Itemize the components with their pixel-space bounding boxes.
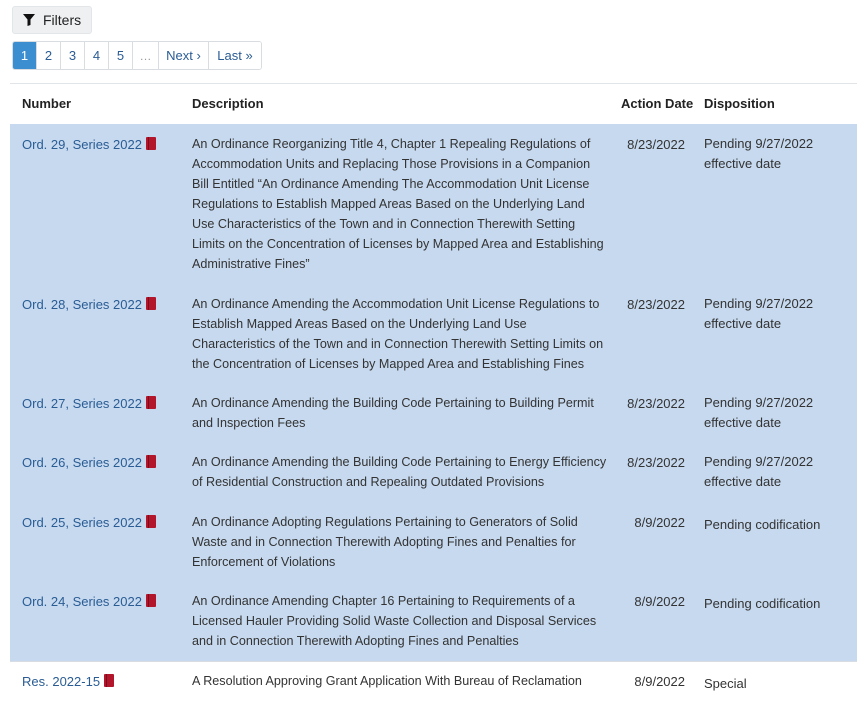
row-disposition: Pending codification [704,517,821,532]
ordinance-number-link[interactable]: Ord. 24, Series 2022 [22,594,156,609]
ordinance-number-link[interactable]: Ord. 29, Series 2022 [22,137,156,152]
column-header-disposition[interactable]: Disposition [704,96,775,111]
document-icon[interactable] [145,137,156,150]
table-row[interactable]: Ord. 26, Series 2022 An Ordinance Amendi… [10,442,857,503]
row-action-date: 8/23/2022 [627,297,685,312]
table-row[interactable]: Ord. 29, Series 2022 An Ordinance Reorga… [10,124,857,285]
filters-label: Filters [43,12,82,28]
row-description: An Ordinance Amending the Building Code … [192,455,607,489]
table-row[interactable]: Ord. 25, Series 2022 An Ordinance Adopti… [10,502,857,582]
page-3[interactable]: 3 [61,42,85,69]
page-4[interactable]: 4 [85,42,109,69]
ordinance-number-link[interactable]: Ord. 26, Series 2022 [22,455,156,470]
row-disposition: Pending 9/27/2022 effective date [704,395,814,430]
row-description: An Ordinance Reorganizing Title 4, Chapt… [192,137,604,271]
row-description: A Resolution Approving Grant Application… [192,674,582,688]
row-description: An Ordinance Adopting Regulations Pertai… [192,515,578,569]
row-disposition: Pending 9/27/2022 effective date [704,136,814,171]
table-header: Number Description Action Date Dispositi… [10,83,857,125]
row-action-date: 8/9/2022 [634,594,685,609]
table-row[interactable]: Ord. 27, Series 2022 An Ordinance Amendi… [10,383,857,443]
document-icon[interactable] [145,297,156,310]
document-icon[interactable] [145,594,156,607]
table-row[interactable]: Res. 2022-15 A Resolution Approving Gran… [10,661,857,701]
row-action-date: 8/23/2022 [627,137,685,152]
row-disposition: Pending 9/27/2022 effective date [704,454,814,489]
document-icon[interactable] [145,515,156,528]
filter-icon [23,14,35,26]
pagination: 1 2 3 4 5 … Next › Last » [12,41,262,70]
ordinance-number-link[interactable]: Ord. 28, Series 2022 [22,297,156,312]
row-action-date: 8/23/2022 [627,455,685,470]
page-ellipsis: … [133,42,159,69]
next-page-link[interactable]: Next › [159,42,209,69]
row-description: An Ordinance Amending Chapter 16 Pertain… [192,594,597,648]
column-header-number[interactable]: Number [22,96,71,111]
page-5[interactable]: 5 [109,42,133,69]
page-1[interactable]: 1 [13,42,37,69]
row-disposition: Pending codification [704,596,821,611]
column-header-action-date[interactable]: Action Date [621,96,693,111]
ordinance-number-link[interactable]: Ord. 25, Series 2022 [22,515,156,530]
page-2[interactable]: 2 [37,42,61,69]
document-icon[interactable] [145,396,156,409]
row-description: An Ordinance Amending the Accommodation … [192,297,604,371]
ordinance-number-link[interactable]: Ord. 27, Series 2022 [22,396,156,411]
row-action-date: 8/9/2022 [634,515,685,530]
row-disposition: Pending 9/27/2022 effective date [704,296,814,331]
table-row[interactable]: Ord. 28, Series 2022 An Ordinance Amendi… [10,284,857,384]
row-action-date: 8/23/2022 [627,396,685,411]
last-page-link[interactable]: Last » [209,42,261,69]
document-icon[interactable] [104,674,115,687]
row-disposition: Special [704,676,747,691]
filters-button[interactable]: Filters [12,6,93,34]
column-header-description[interactable]: Description [192,96,264,111]
document-icon[interactable] [145,455,156,468]
table-row[interactable]: Ord. 24, Series 2022 An Ordinance Amendi… [10,581,857,662]
row-description: An Ordinance Amending the Building Code … [192,396,594,430]
